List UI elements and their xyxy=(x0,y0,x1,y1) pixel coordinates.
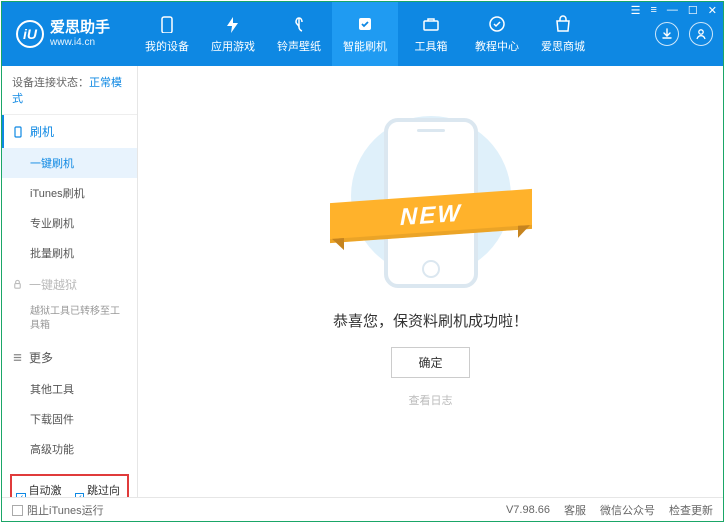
version: V7.98.66 xyxy=(506,504,550,516)
close-icon[interactable]: ✕ xyxy=(708,4,717,17)
section-flash[interactable]: 刷机 xyxy=(2,115,137,148)
logo-icon: iU xyxy=(16,20,44,48)
section-jailbreak: 一键越狱 xyxy=(2,268,137,301)
more-item-2[interactable]: 高级功能 xyxy=(2,434,137,464)
flash-item-3[interactable]: 批量刷机 xyxy=(2,238,137,268)
flash-item-1[interactable]: iTunes刷机 xyxy=(2,178,137,208)
nav-icon xyxy=(553,14,573,34)
nav-1[interactable]: 应用游戏 xyxy=(200,2,266,66)
connection-status: 设备连接状态：正常模式 xyxy=(2,66,137,115)
nav-3[interactable]: 智能刷机 xyxy=(332,2,398,66)
phone-icon xyxy=(12,126,24,138)
nav-6[interactable]: 爱思商城 xyxy=(530,2,596,66)
block-itunes-checkbox[interactable]: 阻止iTunes运行 xyxy=(12,502,104,518)
flash-item-0[interactable]: 一键刷机 xyxy=(2,148,137,178)
footer: 阻止iTunes运行 V7.98.66 客服 微信公众号 检查更新 xyxy=(2,497,723,521)
nav-icon xyxy=(355,14,375,34)
nav-icon xyxy=(487,14,507,34)
nav-4[interactable]: 工具箱 xyxy=(398,2,464,66)
success-message: 恭喜您，保资料刷机成功啦！ xyxy=(333,310,528,331)
check-update-link[interactable]: 检查更新 xyxy=(669,502,713,518)
brand-url: www.i4.cn xyxy=(50,37,110,48)
nav-icon xyxy=(289,14,309,34)
jailbreak-note: 越狱工具已转移至工具箱 xyxy=(2,301,137,341)
nav-icon xyxy=(223,14,243,34)
more-icon xyxy=(12,352,23,363)
lock-icon xyxy=(12,279,23,290)
auto-activate-checkbox[interactable]: ✓自动激活 xyxy=(16,482,65,497)
user-icon[interactable] xyxy=(689,22,713,46)
flash-item-2[interactable]: 专业刷机 xyxy=(2,208,137,238)
wechat-link[interactable]: 微信公众号 xyxy=(600,502,655,518)
nav-0[interactable]: 我的设备 xyxy=(134,2,200,66)
section-more[interactable]: 更多 xyxy=(2,341,137,374)
confirm-button[interactable]: 确定 xyxy=(391,347,469,378)
header: ☰ ≡ — ☐ ✕ iU 爱思助手 www.i4.cn 我的设备应用游戏铃声壁纸… xyxy=(2,2,723,66)
logo: iU 爱思助手 www.i4.cn xyxy=(16,20,110,48)
skip-guide-checkbox[interactable]: ✓跳过向导 xyxy=(75,482,124,497)
support-link[interactable]: 客服 xyxy=(564,502,586,518)
menu-icon[interactable]: ☰ xyxy=(631,4,641,17)
main-content: NEW 恭喜您，保资料刷机成功啦！ 确定 查看日志 xyxy=(138,66,723,497)
sidebar: 设备连接状态：正常模式 刷机 一键刷机iTunes刷机专业刷机批量刷机 一键越狱… xyxy=(2,66,138,497)
brand-name: 爱思助手 xyxy=(50,20,110,37)
minimize-icon[interactable]: — xyxy=(667,4,678,17)
more-item-1[interactable]: 下载固件 xyxy=(2,404,137,434)
nav: 我的设备应用游戏铃声壁纸智能刷机工具箱教程中心爱思商城 xyxy=(134,2,596,66)
list-icon[interactable]: ≡ xyxy=(650,4,656,17)
nav-icon xyxy=(421,14,441,34)
download-icon[interactable] xyxy=(655,22,679,46)
options-box: ✓自动激活 ✓跳过向导 xyxy=(10,474,129,497)
nav-5[interactable]: 教程中心 xyxy=(464,2,530,66)
nav-2[interactable]: 铃声壁纸 xyxy=(266,2,332,66)
nav-icon xyxy=(157,14,177,34)
view-log-link[interactable]: 查看日志 xyxy=(409,392,453,408)
success-illustration: NEW xyxy=(356,108,506,288)
more-item-0[interactable]: 其他工具 xyxy=(2,374,137,404)
window-controls: ☰ ≡ — ☐ ✕ xyxy=(631,4,717,17)
maximize-icon[interactable]: ☐ xyxy=(688,4,698,17)
